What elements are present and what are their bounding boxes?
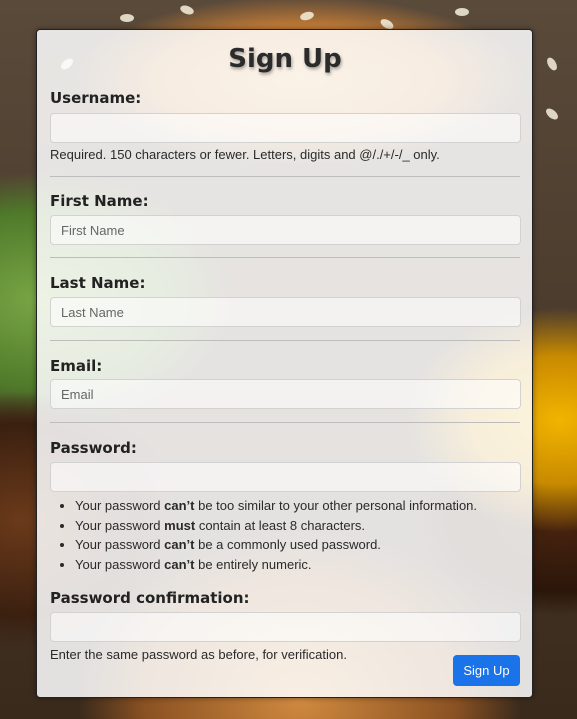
sesame-seed-decoration <box>545 55 559 73</box>
sesame-seed-decoration <box>179 3 195 17</box>
username-label: Username: <box>50 89 142 107</box>
password-rule-item: Your password can’t be entirely numeric. <box>75 555 520 575</box>
username-help-text: Required. 150 characters or fewer. Lette… <box>50 147 440 162</box>
first-name-input[interactable] <box>50 215 521 245</box>
email-input[interactable] <box>50 379 521 409</box>
username-input[interactable] <box>50 113 521 143</box>
password-input[interactable] <box>50 462 521 492</box>
sesame-seed-decoration <box>544 106 560 122</box>
email-label: Email: <box>50 357 103 375</box>
sign-up-button[interactable]: Sign Up <box>453 655 520 686</box>
signup-card: Sign Up Username: Required. 150 characte… <box>36 29 533 698</box>
sesame-seed-decoration <box>120 14 134 22</box>
password-confirmation-input[interactable] <box>50 612 521 642</box>
password-rule-item: Your password can’t be a commonly used p… <box>75 535 520 555</box>
password-rule-item: Your password can’t be too similar to yo… <box>75 496 520 516</box>
page-title: Sign Up <box>228 44 342 74</box>
sesame-seed-decoration <box>455 8 469 16</box>
password-confirmation-label: Password confirmation: <box>50 589 250 607</box>
last-name-label: Last Name: <box>50 274 146 292</box>
password-rules-list: Your password can’t be too similar to yo… <box>50 496 520 574</box>
last-name-input[interactable] <box>50 297 521 327</box>
first-name-label: First Name: <box>50 192 149 210</box>
password-label: Password: <box>50 439 137 457</box>
password-confirmation-help-text: Enter the same password as before, for v… <box>50 647 347 662</box>
password-rule-item: Your password must contain at least 8 ch… <box>75 516 520 536</box>
sesame-seed-decoration <box>299 10 315 22</box>
